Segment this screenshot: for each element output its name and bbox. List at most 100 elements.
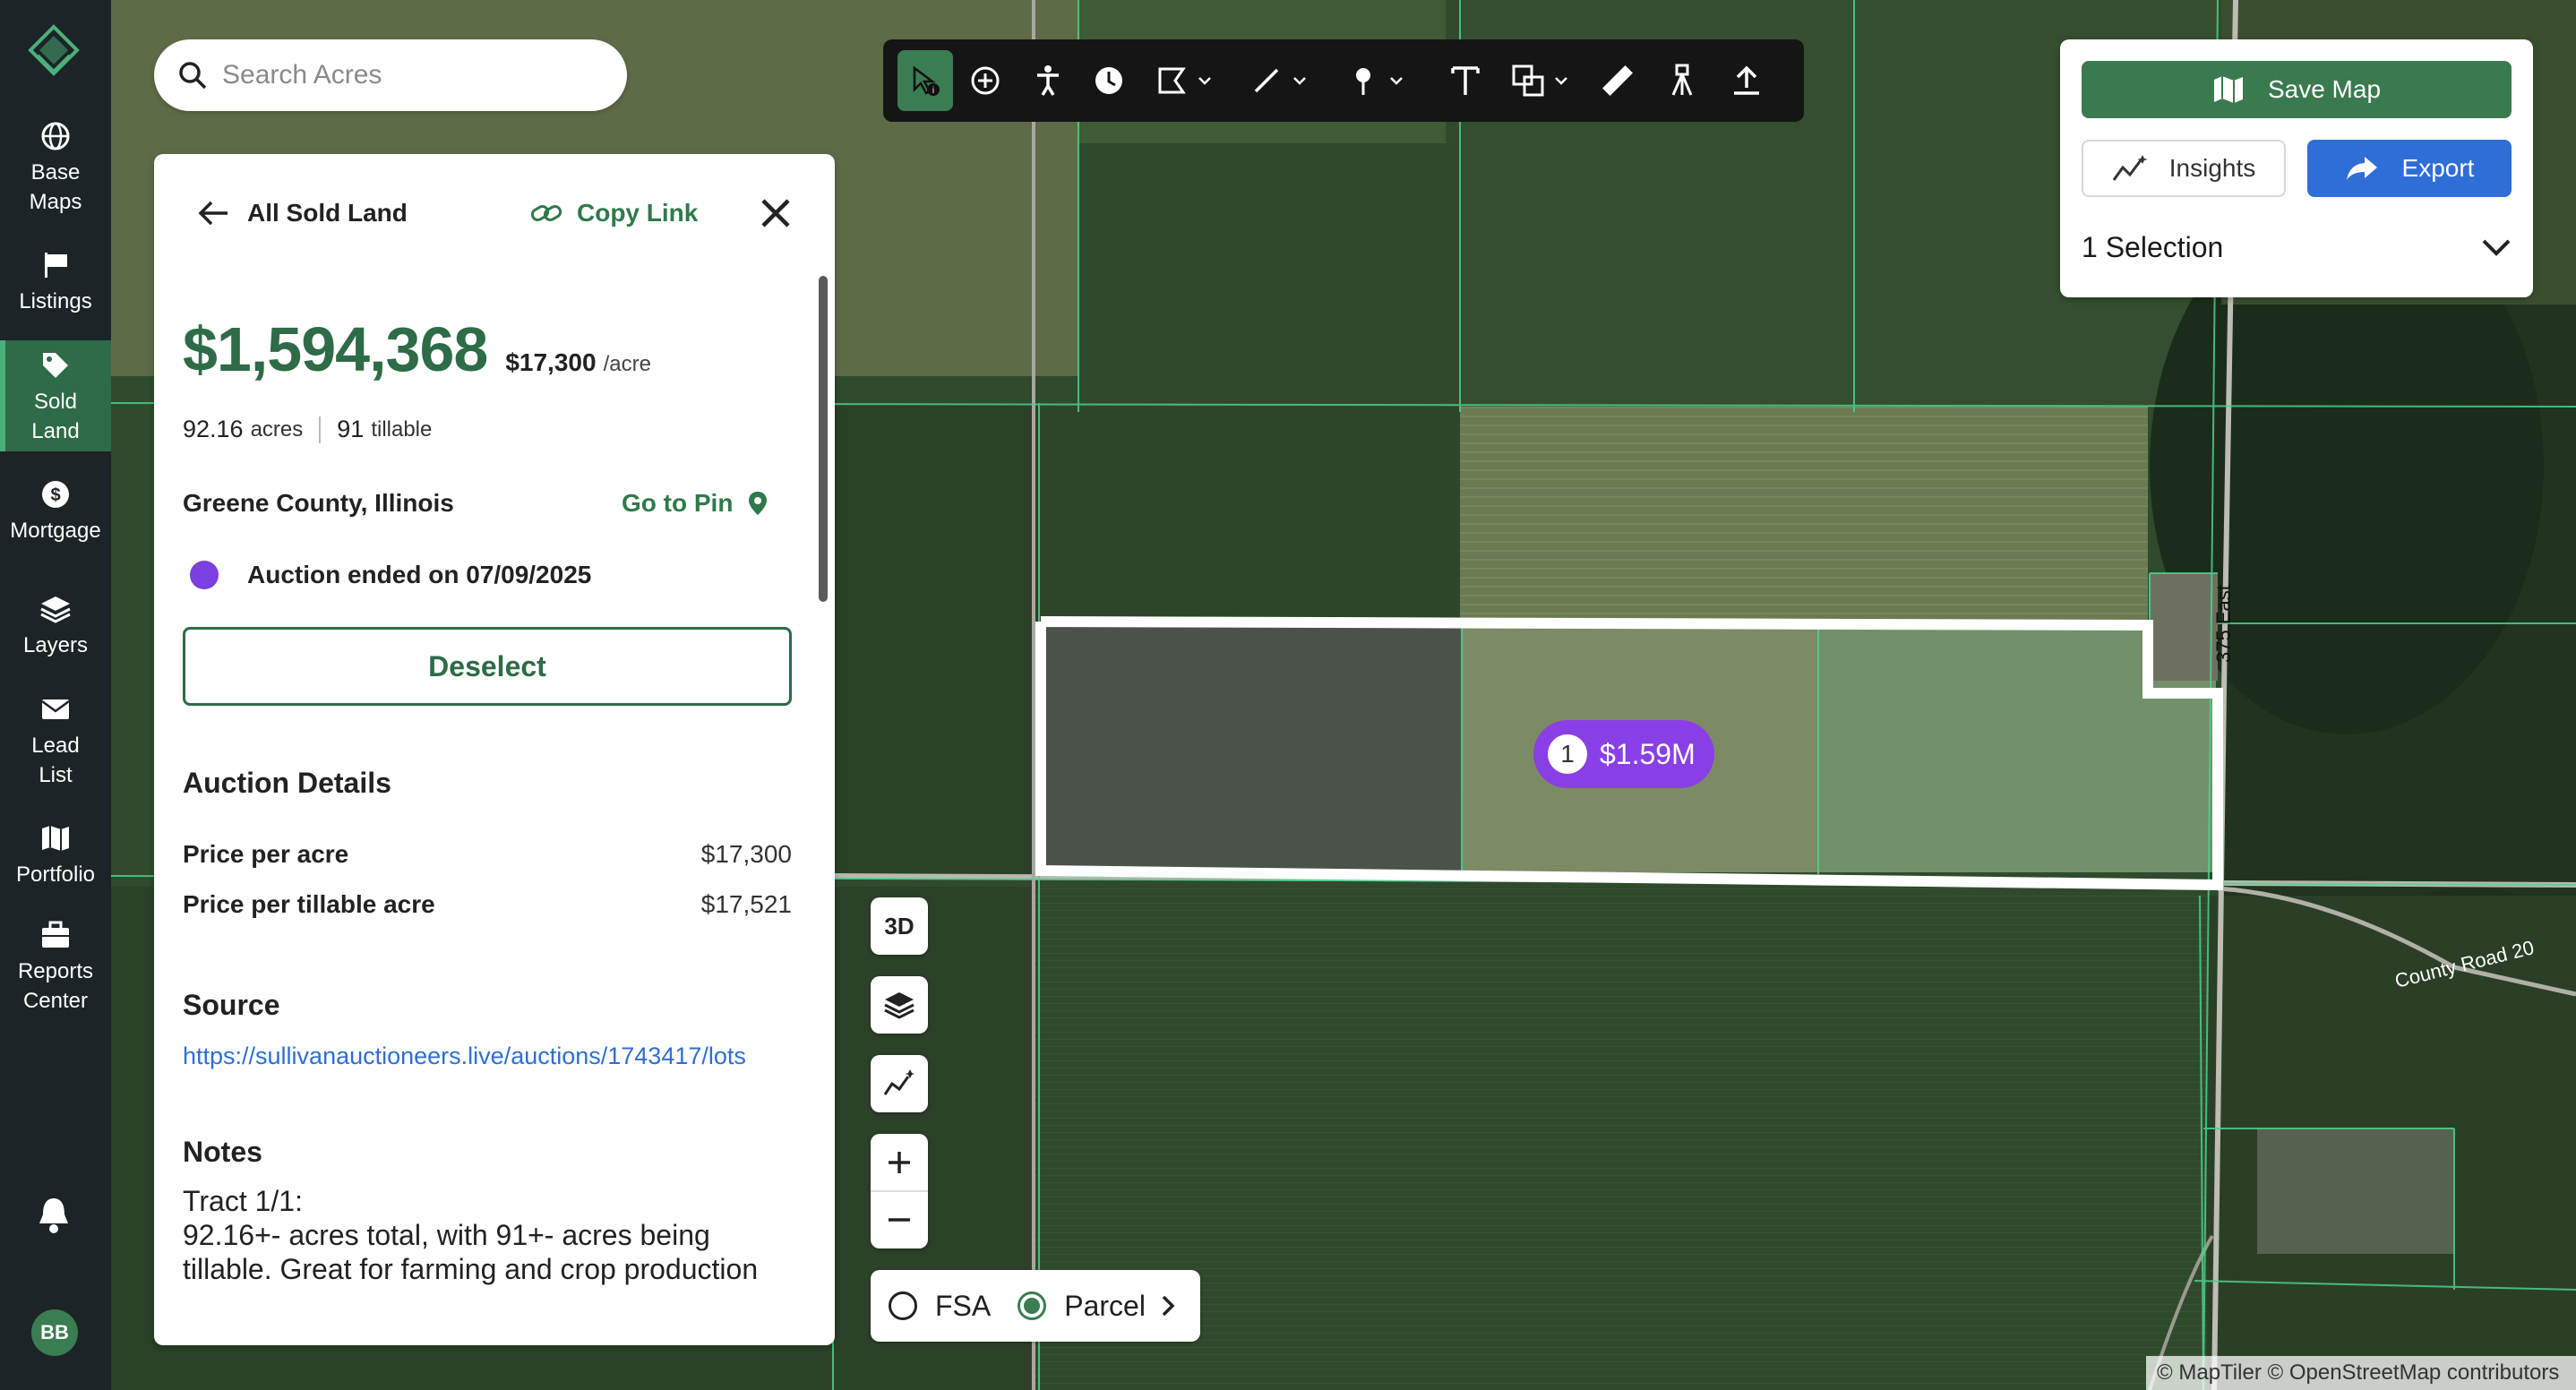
- parcel-label: Parcel: [1064, 1289, 1146, 1322]
- share-arrow-icon: [2346, 157, 2377, 180]
- back-to-all-sold-land[interactable]: All Sold Land: [197, 199, 408, 227]
- copy-link-button[interactable]: Copy Link: [530, 199, 698, 227]
- auction-status-label: Auction ended on 07/09/2025: [247, 561, 592, 588]
- chevron-down-icon: [1555, 77, 1567, 85]
- panel-scrollbar[interactable]: [819, 276, 828, 602]
- nav-label: Land: [31, 419, 80, 443]
- person-icon: [1037, 65, 1059, 96]
- road-label-375-east: 375 East: [2212, 585, 2235, 663]
- notes-line: 92.16+- acres total, with 91+- acres bei…: [183, 1219, 710, 1251]
- nav-item-lead-list[interactable]: Lead List: [0, 693, 111, 794]
- nav-item-listings[interactable]: Listings: [0, 249, 111, 321]
- history-tool[interactable]: [1091, 50, 1127, 111]
- ruler-icon: [1602, 65, 1633, 96]
- polygon-tool[interactable]: [1154, 50, 1213, 111]
- badge-index: 1: [1548, 734, 1587, 774]
- nav-label: Lead: [31, 734, 80, 758]
- row-value: $17,300: [700, 840, 792, 868]
- person-tool[interactable]: [1030, 50, 1066, 111]
- auction-status: Auction ended on 07/09/2025: [190, 561, 591, 589]
- insights-button[interactable]: Insights: [2082, 140, 2286, 197]
- nav-label: Layers: [22, 633, 89, 657]
- map-icon: [42, 826, 69, 851]
- search-bar[interactable]: [154, 39, 627, 111]
- export-label: Export: [2401, 154, 2475, 182]
- map-insights-button[interactable]: [871, 1055, 928, 1112]
- plus-circle-icon: [971, 66, 1000, 95]
- tag-icon: [43, 353, 68, 378]
- price-per-acre-headline: $17,300: [505, 348, 597, 376]
- notes-text: Tract 1/1: 92.16+- acres total, with 91+…: [183, 1184, 801, 1286]
- cursor-info-icon: i: [913, 65, 940, 96]
- search-icon: [179, 62, 207, 90]
- chevron-right-icon[interactable]: [1160, 1293, 1178, 1318]
- text-tool[interactable]: [1447, 50, 1483, 111]
- avatar[interactable]: BB: [31, 1309, 78, 1356]
- export-button[interactable]: Export: [2307, 140, 2512, 197]
- zoom-out-button[interactable]: [871, 1191, 928, 1248]
- pin-tool[interactable]: [1345, 50, 1404, 111]
- chevron-down-icon: [1198, 77, 1211, 85]
- parcel-price-badge[interactable]: 1 $1.59M: [1533, 720, 1714, 788]
- layers-icon: [40, 596, 71, 623]
- county-location: Greene County, Illinois: [183, 489, 454, 517]
- mail-icon: [41, 699, 70, 719]
- go-to-pin-label: Go to Pin: [622, 489, 734, 517]
- app-logo-icon[interactable]: [25, 23, 82, 81]
- row-label: Price per tillable acre: [183, 890, 435, 918]
- svg-text:i: i: [932, 86, 934, 96]
- ruler-tool[interactable]: [1600, 50, 1636, 111]
- text-icon: [1451, 66, 1480, 95]
- upload-tool[interactable]: [1729, 50, 1765, 111]
- acres-unit: acres: [250, 416, 304, 442]
- clock-icon: [1095, 67, 1122, 94]
- shapes-tool[interactable]: [1510, 50, 1569, 111]
- line-icon: [1254, 68, 1279, 93]
- zoom-in-button[interactable]: [871, 1134, 928, 1191]
- detail-row-price-per-tillable-acre: Price per tillable acre $17,521: [183, 890, 792, 919]
- insights-icon: [2112, 155, 2148, 181]
- nav-item-layers[interactable]: Layers: [0, 593, 111, 665]
- notes-title: Notes: [183, 1136, 262, 1168]
- chevron-down-icon: [2482, 239, 2511, 256]
- copy-link-label: Copy Link: [577, 199, 699, 227]
- save-map-button[interactable]: Save Map: [2082, 61, 2512, 118]
- select-info-tool[interactable]: i: [897, 50, 953, 111]
- globe-icon: [41, 122, 70, 150]
- map-pin-icon: [749, 492, 768, 515]
- source-link[interactable]: https://sullivanauctioneers.live/auction…: [183, 1042, 746, 1070]
- nav-item-reports-center[interactable]: Reports Center: [0, 919, 111, 1019]
- boundary-layer-toggle: FSA Parcel: [871, 1270, 1200, 1342]
- line-tool[interactable]: [1249, 50, 1308, 111]
- nav-label: Mortgage: [10, 519, 101, 543]
- add-point-tool[interactable]: [967, 50, 1003, 111]
- deselect-button[interactable]: Deselect: [183, 627, 792, 706]
- total-price: $1,594,368: [183, 314, 488, 384]
- briefcase-icon: [42, 921, 69, 948]
- minus-icon: [889, 1218, 910, 1222]
- fsa-radio[interactable]: [889, 1291, 917, 1320]
- go-to-pin-link[interactable]: Go to Pin: [622, 489, 769, 518]
- parcel-radio[interactable]: [1018, 1291, 1047, 1320]
- nav-item-mortgage[interactable]: $ Mortgage: [0, 478, 111, 550]
- nav-label: Maps: [29, 190, 82, 214]
- pin-icon: [1356, 68, 1370, 95]
- acreage-summary: 92.16 acres 91 tillable: [183, 416, 432, 443]
- nav-item-sold-land[interactable]: Sold Land: [0, 340, 111, 451]
- selection-dropdown[interactable]: 1 Selection: [2082, 227, 2512, 267]
- bell-icon[interactable]: [36, 1195, 72, 1234]
- map-layers-button[interactable]: [871, 976, 928, 1034]
- detail-row-price-per-acre: Price per acre $17,300: [183, 840, 792, 869]
- map-attribution[interactable]: © MapTiler © OpenStreetMap contributors: [2146, 1356, 2576, 1390]
- plus-icon: [889, 1152, 910, 1173]
- close-icon[interactable]: [760, 197, 792, 229]
- nav-item-base-maps[interactable]: Base Maps: [0, 120, 111, 219]
- search-input[interactable]: [222, 60, 580, 90]
- 3d-toggle-button[interactable]: 3D: [871, 897, 928, 955]
- selection-label: 1 Selection: [2082, 230, 2224, 263]
- tillable-unit: tillable: [371, 416, 433, 442]
- nav-item-portfolio[interactable]: Portfolio: [0, 822, 111, 894]
- chevron-down-icon: [1390, 77, 1403, 85]
- survey-tool[interactable]: [1664, 50, 1700, 111]
- upload-icon: [1734, 65, 1759, 95]
